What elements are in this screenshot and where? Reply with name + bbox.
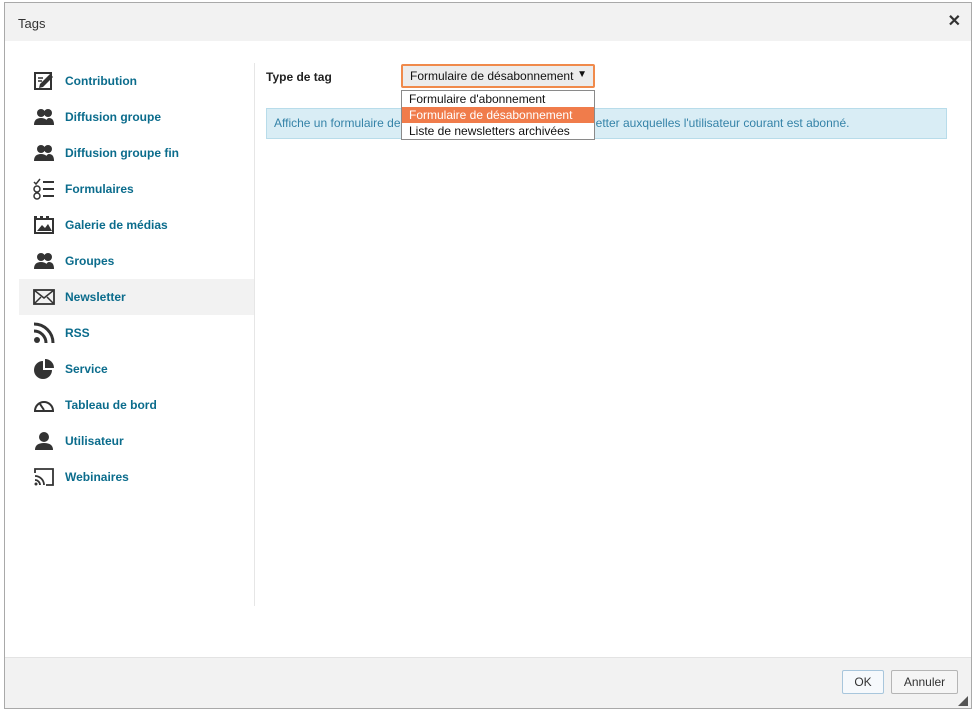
dropdown-option[interactable]: Liste de newsletters archivées [402,123,594,139]
sidebar-item-label: RSS [65,326,90,340]
tag-type-select[interactable]: Formulaire de désabonnement ▼ [401,64,595,88]
sidebar-item-contribution[interactable]: Contribution [19,63,254,99]
sidebar-item-utilisateur[interactable]: Utilisateur [19,423,254,459]
rss-icon [33,322,55,344]
sidebar-item-diffusion-groupe[interactable]: Diffusion groupe [19,99,254,135]
resize-grip-icon[interactable] [958,696,968,706]
edit-icon [33,70,55,92]
user-icon [33,430,55,452]
sidebar-item-diffusion-groupe-fin[interactable]: Diffusion groupe fin [19,135,254,171]
group-icon [33,106,55,128]
sidebar-item-label: Galerie de médias [65,218,168,232]
sidebar-item-tableau-de-bord[interactable]: Tableau de bord [19,387,254,423]
gauge-icon [33,394,55,416]
sidebar-item-webinaires[interactable]: Webinaires [19,459,254,495]
info-text-left: Affiche un formulaire de [274,116,401,130]
sidebar-item-label: Tableau de bord [65,398,157,412]
tag-category-sidebar: Contribution Diffusion groupe Diffusion … [19,63,255,606]
sidebar-item-rss[interactable]: RSS [19,315,254,351]
info-text-right: letter auxquelles l'utilisateur courant … [593,116,850,130]
sidebar-item-label: Webinaires [65,470,129,484]
sidebar-item-label: Groupes [65,254,115,268]
group-icon [33,142,55,164]
sidebar-item-label: Contribution [65,74,137,88]
sidebar-item-groupes[interactable]: Groupes [19,243,254,279]
cancel-button[interactable]: Annuler [891,670,958,694]
cast-icon [33,466,55,488]
description-info-box: Affiche un formulaire de letter auxquell… [266,108,947,139]
sidebar-item-label: Newsletter [65,290,126,304]
sidebar-item-newsletter[interactable]: Newsletter [19,279,254,315]
main-panel: Type de tag Formulaire de désabonnement … [266,63,951,363]
envelope-icon [33,286,55,308]
tags-dialog: Tags ✕ Contribution Diffusion groupe Dif… [4,2,972,709]
dialog-footer: OK Annuler [5,657,971,708]
sidebar-item-formulaires[interactable]: Formulaires [19,171,254,207]
sidebar-item-service[interactable]: Service [19,351,254,387]
sidebar-item-label: Diffusion groupe fin [65,146,179,160]
close-icon[interactable]: ✕ [948,14,961,30]
type-de-tag-label: Type de tag [266,70,332,84]
dropdown-option-selected[interactable]: Formulaire de désabonnement [402,107,594,123]
pie-chart-icon [33,358,55,380]
form-list-icon [33,178,55,200]
sidebar-item-galerie-medias[interactable]: Galerie de médias [19,207,254,243]
sidebar-item-label: Service [65,362,108,376]
tag-type-dropdown: Formulaire d'abonnement Formulaire de dé… [401,90,595,140]
media-gallery-icon [33,214,55,236]
sidebar-item-label: Diffusion groupe [65,110,161,124]
sidebar-item-label: Formulaires [65,182,134,196]
chevron-down-icon: ▼ [577,69,587,80]
group-icon [33,250,55,272]
select-value: Formulaire de désabonnement [410,69,574,83]
sidebar-item-label: Utilisateur [65,434,124,448]
title-bar[interactable]: Tags ✕ [5,3,971,41]
dropdown-option[interactable]: Formulaire d'abonnement [402,91,594,107]
ok-button[interactable]: OK [842,670,884,694]
dialog-title: Tags [18,16,46,31]
